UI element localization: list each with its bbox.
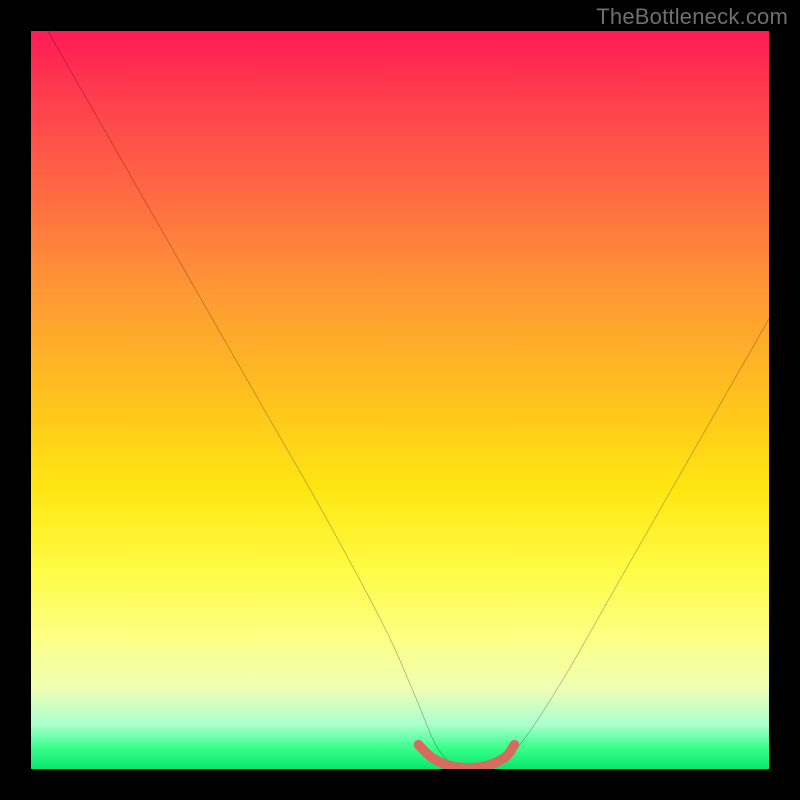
watermark-text: TheBottleneck.com xyxy=(596,4,788,30)
chart-frame: TheBottleneck.com xyxy=(0,0,800,800)
bottleneck-curve-path xyxy=(31,31,769,769)
chart-svg xyxy=(31,31,769,769)
sweet-spot-band-path xyxy=(418,745,514,768)
plot-area xyxy=(31,31,769,769)
